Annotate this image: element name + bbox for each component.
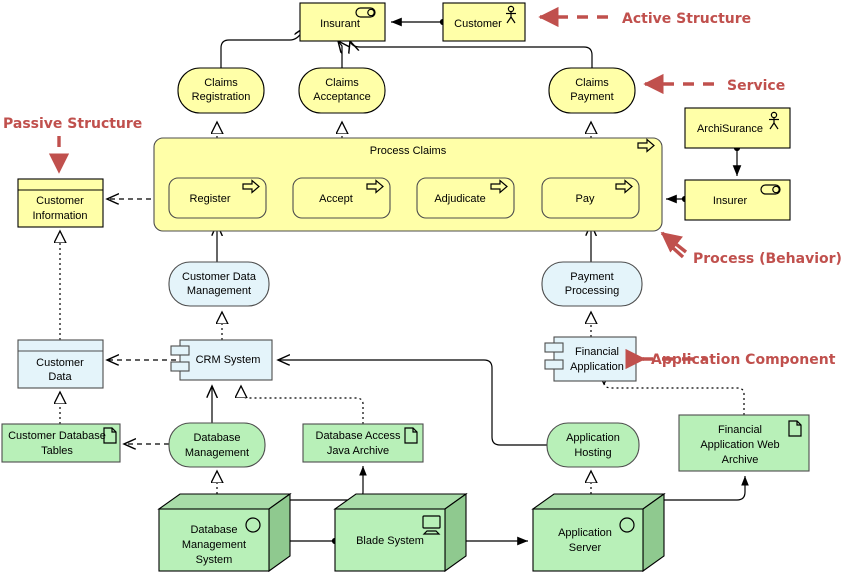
element-financial-application-web-archive[interactable]: Financial Application Web Archive xyxy=(678,414,810,472)
cdt-label-2: Tables xyxy=(41,445,73,457)
element-database-management[interactable]: Database Management xyxy=(168,422,266,468)
annotation-application-component: Application Component xyxy=(625,348,836,370)
dajava-label-2: Java Archive xyxy=(327,445,389,457)
element-claims-registration[interactable]: Claims Registration xyxy=(177,67,265,114)
financial-application-label-1: Financial xyxy=(575,346,619,358)
element-customer-data-management[interactable]: Customer Data Management xyxy=(168,261,270,307)
element-database-access-java-archive[interactable]: Database Access Java Archive xyxy=(302,423,424,463)
element-blade-system[interactable]: Blade System xyxy=(333,492,468,573)
element-payment-processing[interactable]: Payment Processing xyxy=(541,261,643,307)
claims-registration-label-1: Claims xyxy=(204,77,238,89)
annotation-service: Service xyxy=(643,73,785,95)
app-hosting-label-2: Hosting xyxy=(574,447,611,459)
financial-application-label-2: Application xyxy=(570,361,624,373)
element-customer-information[interactable]: Customer Information xyxy=(17,178,104,228)
rel-fawa-financial-application xyxy=(604,381,745,415)
archisurance-label: ArchiSurance xyxy=(697,123,763,135)
element-claims-acceptance[interactable]: Claims Acceptance xyxy=(298,67,386,114)
fawa-label-1: Financial xyxy=(718,424,762,436)
annotation-application-component-label: Application Component xyxy=(651,352,836,368)
element-crm-system[interactable]: CRM System xyxy=(170,339,273,381)
dbm-label-2: Management xyxy=(185,447,249,459)
element-insurer[interactable]: Insurer xyxy=(684,179,791,221)
rel-claims-acceptance-insurant xyxy=(338,41,342,68)
annotation-process-behavior: Process (Behavior) xyxy=(660,231,842,267)
register-label: Register xyxy=(190,193,231,205)
crm-system-label: CRM System xyxy=(196,354,261,366)
dbms-label-3: System xyxy=(196,554,233,566)
annotation-passive-structure: Passive Structure xyxy=(3,116,142,174)
annotation-passive-structure-label: Passive Structure xyxy=(3,116,142,132)
element-customer-database-tables[interactable]: Customer Database Tables xyxy=(1,423,121,463)
adjudicate-label: Adjudicate xyxy=(434,193,485,205)
element-accept[interactable]: Accept xyxy=(292,177,391,219)
annotation-process-behavior-label: Process (Behavior) xyxy=(693,251,842,267)
dbms-label-2: Management xyxy=(182,539,246,551)
application-server-label-1: Application xyxy=(558,527,612,539)
element-application-server[interactable]: Application Server xyxy=(531,492,666,573)
application-server-label-2: Server xyxy=(569,542,602,554)
archimate-layered-diagram: Insurant Customer Claims Registration Cl… xyxy=(0,0,865,574)
accept-label: Accept xyxy=(319,193,353,205)
claims-registration-label-2: Registration xyxy=(192,91,251,103)
fawa-label-2: Application Web xyxy=(700,439,779,451)
claims-payment-label-1: Claims xyxy=(575,77,609,89)
element-insurant[interactable]: Insurant xyxy=(299,2,386,42)
element-claims-payment[interactable]: Claims Payment xyxy=(548,67,636,114)
claims-acceptance-label-2: Acceptance xyxy=(313,91,370,103)
element-application-hosting[interactable]: Application Hosting xyxy=(546,422,640,468)
blade-system-label: Blade System xyxy=(356,535,424,547)
customer-label: Customer xyxy=(454,18,502,30)
cdt-label-1: Customer Database xyxy=(8,430,106,442)
element-pay[interactable]: Pay xyxy=(541,177,640,219)
annotation-active-structure-label: Active Structure xyxy=(622,11,751,27)
annotation-service-label: Service xyxy=(727,78,785,94)
element-customer-data[interactable]: Customer Data xyxy=(17,339,104,389)
element-register[interactable]: Register xyxy=(168,177,267,219)
app-hosting-label-1: Application xyxy=(566,432,620,444)
process-claims-label: Process Claims xyxy=(370,145,447,157)
element-customer[interactable]: Customer xyxy=(442,2,526,42)
rel-claims-registration-insurant xyxy=(220,27,305,68)
rel-claims-payment-insurant xyxy=(350,41,593,68)
element-financial-application[interactable]: Financial Application xyxy=(544,336,637,382)
insurer-label: Insurer xyxy=(713,195,748,207)
customer-information-label-1: Customer xyxy=(36,195,84,207)
rel-dajava-crm xyxy=(241,386,364,424)
claims-payment-label-2: Payment xyxy=(570,91,613,103)
fawa-label-3: Archive xyxy=(722,454,759,466)
cdm-label-1: Customer Data xyxy=(182,271,257,283)
annotation-active-structure: Active Structure xyxy=(538,6,751,28)
payment-processing-label-2: Processing xyxy=(565,285,619,297)
customer-information-label-2: Information xyxy=(32,210,87,222)
insurant-label: Insurant xyxy=(320,18,360,30)
dbms-label-1: Database xyxy=(190,524,237,536)
element-archisurance[interactable]: ArchiSurance xyxy=(684,107,791,149)
customer-data-label-1: Customer xyxy=(36,357,84,369)
dajava-label-1: Database Access xyxy=(316,430,401,442)
cdm-label-2: Management xyxy=(187,285,251,297)
claims-acceptance-label-1: Claims xyxy=(325,77,359,89)
payment-processing-label-1: Payment xyxy=(570,271,613,283)
pay-label: Pay xyxy=(576,193,595,205)
dbm-label-1: Database xyxy=(193,432,240,444)
element-adjudicate[interactable]: Adjudicate xyxy=(416,177,515,219)
element-database-management-system[interactable]: Database Management System xyxy=(157,492,292,573)
customer-data-label-2: Data xyxy=(48,371,72,383)
